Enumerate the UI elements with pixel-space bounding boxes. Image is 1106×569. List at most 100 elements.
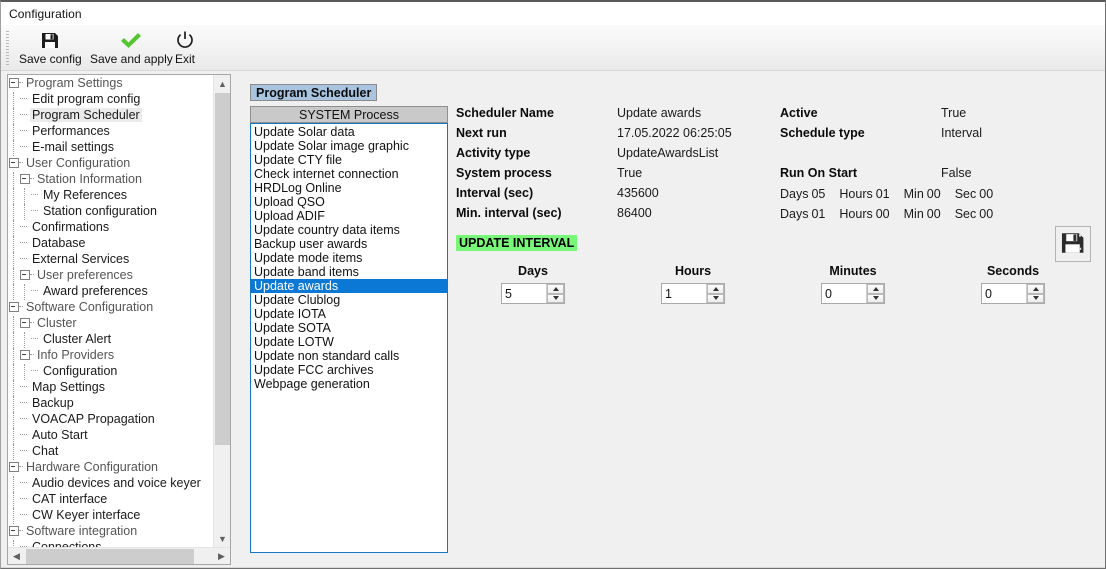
tree-horizontal-scroll-thumb[interactable]	[26, 549, 194, 564]
settings-tree[interactable]: Program Settings Edit program config Progr…	[8, 75, 214, 547]
update-interval-badge: UPDATE INTERVAL	[456, 235, 578, 251]
tree-item-user-configuration[interactable]: User Configuration	[8, 155, 214, 171]
tree-item-user-preferences[interactable]: User preferences	[8, 267, 214, 284]
tree-item-program-scheduler[interactable]: Program Scheduler	[8, 107, 214, 124]
process-list-item[interactable]: Update IOTA	[251, 307, 447, 321]
tree-item-award-preferences[interactable]: Award preferences	[8, 283, 214, 300]
tree-expander-icon[interactable]	[19, 173, 30, 184]
hours-spin-up-icon[interactable]	[707, 284, 724, 294]
process-list-item[interactable]: Upload ADIF	[251, 209, 447, 223]
tree-item-station-configuration[interactable]: Station configuration	[8, 203, 214, 220]
tree-item-backup[interactable]: Backup	[8, 395, 214, 412]
tree-item-auto-start[interactable]: Auto Start	[8, 427, 214, 444]
process-list-item[interactable]: Update Solar data	[251, 125, 447, 139]
tree-expander-icon[interactable]	[19, 269, 30, 280]
process-list-item[interactable]: Update country data items	[251, 223, 447, 237]
hours-spin-buttons[interactable]	[706, 284, 724, 303]
tree-expander-icon[interactable]	[8, 301, 19, 312]
scroll-up-icon[interactable]: ▲	[214, 75, 230, 92]
tree-item-station-information[interactable]: Station Information	[8, 171, 214, 188]
tree-expander-icon[interactable]	[8, 461, 19, 472]
days-spin-buttons[interactable]	[546, 284, 564, 303]
process-list-item[interactable]: Backup user awards	[251, 237, 447, 251]
process-list-item[interactable]: Update CTY file	[251, 153, 447, 167]
tree-item-edit-program-config[interactable]: Edit program config	[8, 91, 214, 108]
system-process-list[interactable]: Update Solar data Update Solar image grap…	[250, 123, 448, 553]
seconds-spin-down-icon[interactable]	[1027, 293, 1044, 303]
tree-item-configuration[interactable]: Configuration	[8, 363, 214, 380]
tree-item-cluster[interactable]: Cluster	[8, 315, 214, 332]
scroll-right-icon[interactable]: ▶	[213, 548, 230, 564]
process-list-item[interactable]: Update FCC archives	[251, 363, 447, 377]
seconds-stepper[interactable]	[981, 283, 1045, 304]
process-list-item[interactable]: HRDLog Online	[251, 181, 447, 195]
tree-branch-icon	[19, 493, 30, 504]
process-list-item[interactable]: Update mode items	[251, 251, 447, 265]
process-list-item[interactable]: Upload QSO	[251, 195, 447, 209]
seconds-spin-up-icon[interactable]	[1027, 284, 1044, 294]
tree-item-program-settings[interactable]: Program Settings	[8, 75, 214, 91]
save-config-button[interactable]: Save config	[15, 28, 86, 69]
minutes-spin-down-icon[interactable]	[867, 293, 884, 303]
days-stepper[interactable]	[501, 283, 565, 304]
tree-item-software-integration[interactable]: Software integration	[8, 523, 214, 539]
tree-item-map-settings[interactable]: Map Settings	[8, 379, 214, 396]
tree-item-cluster-alert[interactable]: Cluster Alert	[8, 331, 214, 348]
process-list-item[interactable]: Update SOTA	[251, 321, 447, 335]
scroll-left-icon[interactable]: ◀	[8, 548, 25, 564]
process-list-item[interactable]: Check internet connection	[251, 167, 447, 181]
days-spin-up-icon[interactable]	[547, 284, 564, 294]
tree-item-external-services[interactable]: External Services	[8, 251, 214, 268]
process-list-item[interactable]: Update non standard calls	[251, 349, 447, 363]
process-list-item[interactable]: Update Solar image graphic	[251, 139, 447, 153]
tree-item-cat-interface[interactable]: CAT interface	[8, 491, 214, 508]
tree-item-connections[interactable]: Connections	[8, 539, 214, 547]
tree-expander-icon[interactable]	[8, 77, 19, 88]
hours-input[interactable]	[662, 284, 706, 303]
tree-item-e-mail-settings[interactable]: E-mail settings	[8, 139, 214, 156]
tree-expander-icon[interactable]	[19, 349, 30, 360]
tree-item-audio-devices-and-voice-keyer[interactable]: Audio devices and voice keyer	[8, 475, 214, 492]
hours-stepper[interactable]	[661, 283, 725, 304]
minutes-input[interactable]	[822, 284, 866, 303]
tree-vertical-scrollbar[interactable]: ▲ ▼	[213, 75, 230, 547]
tree-item-software-configuration[interactable]: Software Configuration	[8, 299, 214, 315]
hours-spin-down-icon[interactable]	[707, 293, 724, 303]
tree-expander-icon[interactable]	[8, 525, 19, 536]
scroll-down-icon[interactable]: ▼	[214, 530, 230, 547]
toolbar-grip[interactable]	[6, 31, 9, 65]
save-and-apply-button[interactable]: Save and apply	[86, 28, 177, 69]
tree-item-confirmations[interactable]: Confirmations	[8, 219, 214, 236]
days-spin-down-icon[interactable]	[547, 293, 564, 303]
tree-horizontal-scrollbar[interactable]: ◀ ▶	[8, 547, 230, 564]
process-list-item[interactable]: Update LOTW	[251, 335, 447, 349]
tree-item-cw-keyer-interface[interactable]: CW Keyer interface	[8, 507, 214, 524]
save-interval-button[interactable]	[1055, 226, 1091, 262]
tree-vertical-scroll-thumb[interactable]	[215, 93, 230, 445]
seconds-spin-buttons[interactable]	[1026, 284, 1044, 303]
tree-item-label: External Services	[32, 252, 130, 266]
minutes-spin-buttons[interactable]	[866, 284, 884, 303]
program-scheduler-tab[interactable]: Program Scheduler	[250, 84, 378, 101]
tree-expander-icon[interactable]	[8, 157, 19, 168]
minutes-spin-up-icon[interactable]	[867, 284, 884, 294]
process-list-item[interactable]: Update awards	[251, 279, 447, 293]
exit-button[interactable]: Exit	[171, 28, 199, 69]
seconds-input[interactable]	[982, 284, 1026, 303]
minutes-stepper[interactable]	[821, 283, 885, 304]
tree-branch-icon	[30, 189, 41, 200]
process-list-item[interactable]: Update band items	[251, 265, 447, 279]
tree-branch-icon	[30, 205, 41, 216]
tree-expander-icon[interactable]	[19, 317, 30, 328]
tree-item-my-references[interactable]: My References	[8, 187, 214, 204]
process-list-item[interactable]: Update Clublog	[251, 293, 447, 307]
days-input[interactable]	[502, 284, 546, 303]
tree-item-voacap-propagation[interactable]: VOACAP Propagation	[8, 411, 214, 428]
tree-item-database[interactable]: Database	[8, 235, 214, 252]
tree-guide	[8, 411, 19, 428]
process-list-item[interactable]: Webpage generation	[251, 377, 447, 391]
tree-item-chat[interactable]: Chat	[8, 443, 214, 460]
tree-item-performances[interactable]: Performances	[8, 123, 214, 140]
tree-item-hardware-configuration[interactable]: Hardware Configuration	[8, 459, 214, 475]
tree-item-info-providers[interactable]: Info Providers	[8, 347, 214, 364]
